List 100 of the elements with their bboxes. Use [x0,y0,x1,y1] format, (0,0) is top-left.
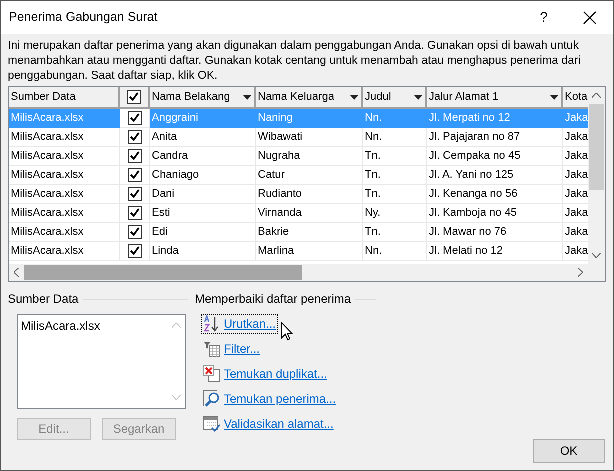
table-cell-text: Naning [258,110,293,126]
table-cell-text: MilisAcara.xlsx [11,168,84,183]
checkbox[interactable] [128,187,142,201]
link[interactable]: Urutkan... [201,314,278,334]
dropdown-icon[interactable] [350,94,359,100]
table-row[interactable]: MilisAcara.xlsx Edi Bakrie Tn. Jl. Mawar no 76 Jaka [9,223,588,242]
close-icon [583,10,597,24]
table-cell-text: MilisAcara.xlsx [11,186,84,202]
table-cell-text: Jaka [565,224,588,240]
column-header[interactable]: Nama Belakang [150,87,256,109]
checkbox[interactable] [128,111,142,125]
horizontal-scrollbar[interactable] [9,264,605,281]
link[interactable]: Temukan duplikat... [201,364,330,384]
table-cell-text: Chaniago [152,168,200,183]
column-header[interactable]: Nama Keluarga [256,87,363,109]
data-source-list[interactable]: MilisAcara.xlsx [17,314,186,409]
column-header[interactable]: Jalur Alamat 1 [427,87,563,109]
table-cell-text: Virnanda [258,206,302,221]
table-cell-text: Jl. Cempaka no 45 [429,148,521,164]
scroll-left-icon[interactable] [14,268,19,277]
table-cell-text: Anggraini [152,110,198,126]
mouse-pointer-icon [281,322,293,341]
table-cell-text: Jaka [565,130,588,145]
sort-icon [203,315,221,333]
duplicate-icon [203,365,221,383]
table-cell-text: Dani [152,186,175,202]
table-cell-text: Anita [152,130,178,145]
list-item[interactable]: MilisAcara.xlsx [21,317,165,335]
scroll-right-icon[interactable] [578,268,583,277]
column-header[interactable]: Sumber Data [9,87,120,109]
table-cell-text: MilisAcara.xlsx [11,224,84,240]
table-row[interactable]: MilisAcara.xlsx Chaniago Catur Tn. Jl. A. Yani no 125 Jaka [9,166,588,185]
table-cell-text: Esti [152,206,170,221]
table-cell-text: Nugraha [258,148,300,164]
help-button[interactable]: ? [521,1,567,34]
table-cell-text: Jl. Pajajaran no 87 [429,130,520,145]
scroll-down-icon [172,395,181,400]
scroll-down-icon[interactable] [592,253,601,258]
table-cell-text: Jaka [565,168,588,183]
dropdown-icon[interactable] [550,94,559,100]
ok-button[interactable]: OK [533,439,605,463]
calendar-check-icon [203,415,221,433]
link[interactable]: Validasikan alamat... [201,414,336,434]
table-cell-text: Jl. Merpati no 12 [429,110,510,126]
table-cell-text: Edi [152,224,168,240]
dropdown-icon[interactable] [414,94,423,100]
table-row[interactable]: MilisAcara.xlsx Anita Wibawati Nn. Jl. Pajajaran no 87 Jaka [9,128,588,147]
table-cell-text: MilisAcara.xlsx [11,148,84,164]
checkbox[interactable] [128,130,142,144]
table-cell-text: Jl. Mawar no 76 [429,224,507,240]
table-cell-text: MilisAcara.xlsx [11,244,84,259]
scroll-up-icon [172,323,181,328]
table-cell-text: Tn. [365,148,381,164]
table-cell-text: Linda [152,244,179,259]
table-row[interactable]: MilisAcara.xlsx Candra Nugraha Tn. Jl. Cempaka no 45 Jaka [9,147,588,166]
link[interactable]: Temukan penerima... [201,389,338,409]
vertical-scrollbar[interactable] [588,87,605,264]
section-title: Sumber Data [8,291,79,308]
checkbox[interactable] [128,244,142,258]
table-cell-text: Jaka [565,244,588,259]
table-cell-text: Jaka [565,206,588,221]
section-title: Memperbaiki daftar penerima [195,291,352,308]
table-cell-text: Jl. Kamboja no 45 [429,206,518,221]
table-cell-text: Ny. [365,206,381,221]
table-row[interactable]: MilisAcara.xlsx Linda Marlina Nn. Jl. Melati no 12 Jaka [9,242,588,261]
table-cell-text: Nn. [365,130,382,145]
table-cell-text: Candra [152,148,188,164]
link[interactable]: Filter... [201,339,262,359]
checkbox[interactable] [128,206,142,220]
filter-icon [203,340,221,358]
checkbox[interactable] [128,168,142,182]
table-cell-text: Nn. [365,110,382,126]
table-row[interactable]: MilisAcara.xlsx Dani Rudianto Tn. Jl. Kenanga no 56 Jaka [9,185,588,204]
dropdown-icon[interactable] [243,94,252,100]
description-text: Ini merupakan daftar penerima yang akan digunakan dalam penggabungan Anda. Gunakan opsi di bawah untuk menambahkan atau mengganti daftar. Gunakan kotak centang untuk menambah atau menghapus penerima dari penggabungan. Saat daftar siap, klik OK. [7,39,582,84]
table-cell-text: Tn. [365,186,381,202]
table-cell-text: Nn. [365,244,382,259]
table-cell-text: Catur [258,168,285,183]
table-cell-text: Bakrie [258,224,290,240]
search-icon [203,390,221,408]
table-cell-text: Marlina [258,244,294,259]
table-cell-text: Tn. [365,168,381,183]
table-cell-text: Jl. A. Yani no 125 [429,168,514,183]
table-row[interactable]: MilisAcara.xlsx Esti Virnanda Ny. Jl. Kamboja no 45 Jaka [9,204,588,223]
window-title: Penerima Gabungan Surat [8,9,159,26]
checkbox[interactable] [128,149,142,163]
checkbox[interactable] [128,225,142,239]
table-cell-text: Tn. [365,224,381,240]
column-header[interactable]: Kota [563,87,588,109]
scroll-up-icon[interactable] [592,93,601,98]
table-cell-text: Jl. Kenanga no 56 [429,186,518,202]
table-cell-text: Jl. Melati no 12 [429,244,503,259]
table-cell-text: Jaka [565,110,588,126]
table-cell-text: MilisAcara.xlsx [11,206,84,221]
table-cell-text: Wibawati [258,130,303,145]
checkbox[interactable] [127,90,141,104]
column-header[interactable]: Judul [363,87,427,109]
table-cell-text: Jaka [565,186,588,202]
table-cell-text: MilisAcara.xlsx [11,130,84,145]
table-cell-text: MilisAcara.xlsx [11,110,84,126]
